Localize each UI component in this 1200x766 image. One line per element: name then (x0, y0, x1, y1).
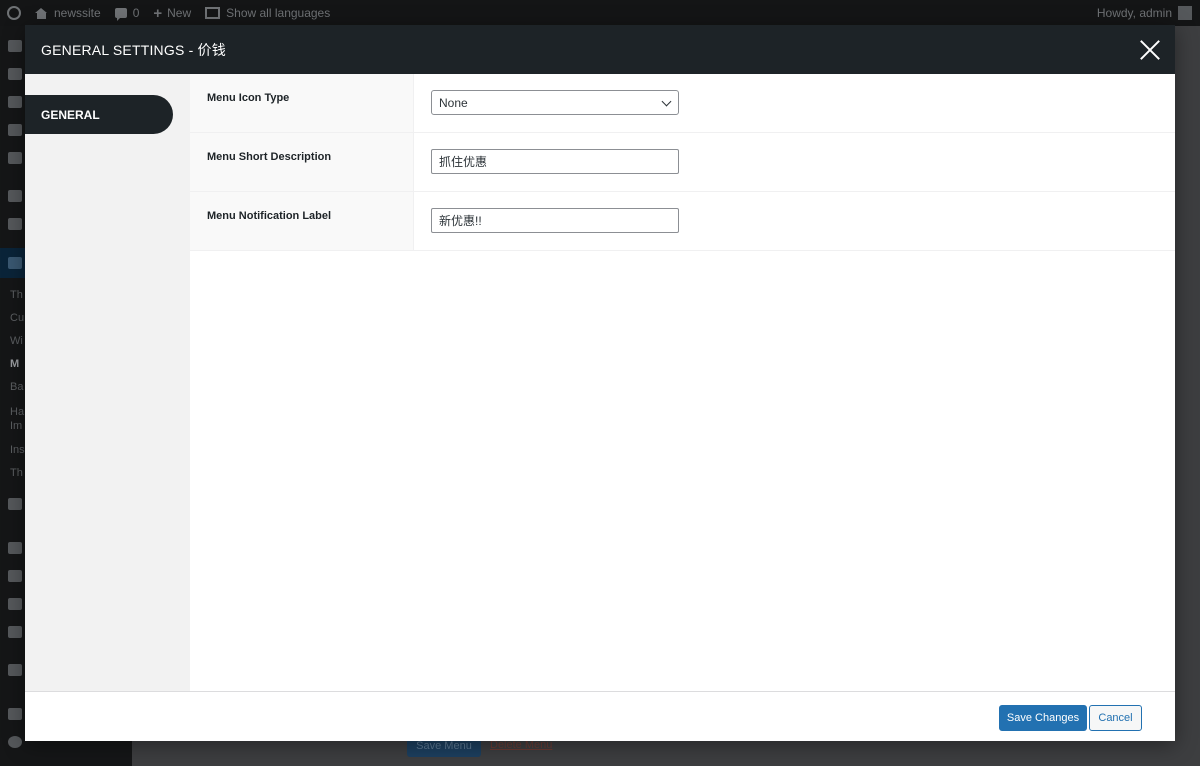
settings-icon (8, 626, 22, 638)
tools-icon (8, 598, 22, 610)
settings-panel: Menu Icon Type None Menu Short Descripti… (190, 74, 1175, 691)
posts-icon (8, 68, 22, 80)
media-icon (8, 96, 22, 108)
plus-icon: + (153, 4, 163, 22)
new-content-link[interactable]: + New (146, 0, 198, 26)
setting-row-notification-label: Menu Notification Label 新优惠!! (190, 192, 1175, 251)
pages-icon (8, 152, 22, 164)
pen-icon (8, 664, 22, 676)
new-label: New (167, 6, 192, 20)
languages-link[interactable]: Show all languages (198, 0, 337, 26)
menu-icon-type-value: None (439, 95, 468, 110)
comments-link[interactable]: 0 (108, 0, 147, 26)
languages-label: Show all languages (226, 6, 331, 20)
general-settings-modal: GENERAL SETTINGS - 价钱 GENERAL Menu Icon … (25, 25, 1175, 741)
dashboard-icon (8, 40, 22, 52)
menu-notification-label-label: Menu Notification Label (190, 192, 414, 250)
menu-notification-label-input[interactable]: 新优惠!! (431, 208, 679, 233)
users-icon (8, 570, 22, 582)
sidebar-item-header[interactable]: Ha (10, 406, 24, 418)
menu-notification-label-field: 新优惠!! (431, 208, 679, 233)
site-name: newssite (54, 6, 101, 20)
cancel-button[interactable]: Cancel (1089, 705, 1142, 731)
sidebar-item-customize[interactable]: Cu (10, 312, 24, 324)
sidebar-item-theme-editor[interactable]: Th (10, 467, 23, 479)
folder-icon (8, 218, 22, 230)
avatar (1178, 6, 1192, 20)
howdy-text: Howdy, admin (1096, 6, 1172, 20)
settings-s-icon (8, 498, 22, 510)
modal-header: GENERAL SETTINGS - 价钱 (25, 25, 1175, 74)
sidebar-item-import[interactable]: Im (10, 420, 22, 432)
sidebar-item-widgets[interactable]: Wi (10, 335, 23, 347)
modal-title: GENERAL SETTINGS - 价钱 (41, 41, 226, 58)
menu-short-description-field: 抓住优惠 (431, 149, 679, 174)
plugins-icon (8, 542, 22, 554)
modal-footer: Save Changes Cancel (25, 691, 1175, 741)
menu-short-description-label: Menu Short Description (190, 133, 414, 191)
setting-row-short-description: Menu Short Description 抓住优惠 (190, 133, 1175, 192)
menu-short-description-input[interactable]: 抓住优惠 (431, 149, 679, 174)
wp-logo-menu[interactable] (0, 0, 28, 26)
save-changes-button[interactable]: Save Changes (999, 705, 1087, 731)
comment-bubble-icon (114, 8, 127, 21)
chevron-down-icon (661, 96, 672, 107)
menu-icon-type-select[interactable]: None (431, 90, 679, 115)
sidebar-item-themes[interactable]: Th (10, 289, 23, 301)
sidebar-item-install[interactable]: Ins (10, 444, 25, 456)
languages-icon (8, 708, 22, 720)
wordpress-logo-icon (7, 6, 21, 20)
appearance-icon (8, 257, 22, 269)
site-name-link[interactable]: newssite (28, 0, 108, 26)
sidebar-item-menus[interactable]: M (10, 358, 19, 370)
close-icon[interactable] (1139, 39, 1161, 61)
home-icon (35, 7, 48, 19)
admin-bar: newssite 0 + New Show all languages Howd… (0, 0, 1200, 26)
account-menu[interactable]: Howdy, admin (1097, 6, 1200, 20)
menu-icon-type-field: None (431, 90, 679, 115)
collapse-icon (8, 736, 22, 748)
comments-icon (8, 124, 22, 136)
tab-general[interactable]: GENERAL (25, 95, 173, 134)
sidebar-item-background[interactable]: Ba (10, 381, 23, 393)
plugin-icon (8, 190, 22, 202)
translate-icon (205, 7, 221, 19)
comments-count: 0 (132, 6, 140, 20)
settings-tabs: GENERAL (25, 74, 190, 691)
setting-row-icon-type: Menu Icon Type None (190, 74, 1175, 133)
menu-icon-type-label: Menu Icon Type (190, 74, 414, 132)
